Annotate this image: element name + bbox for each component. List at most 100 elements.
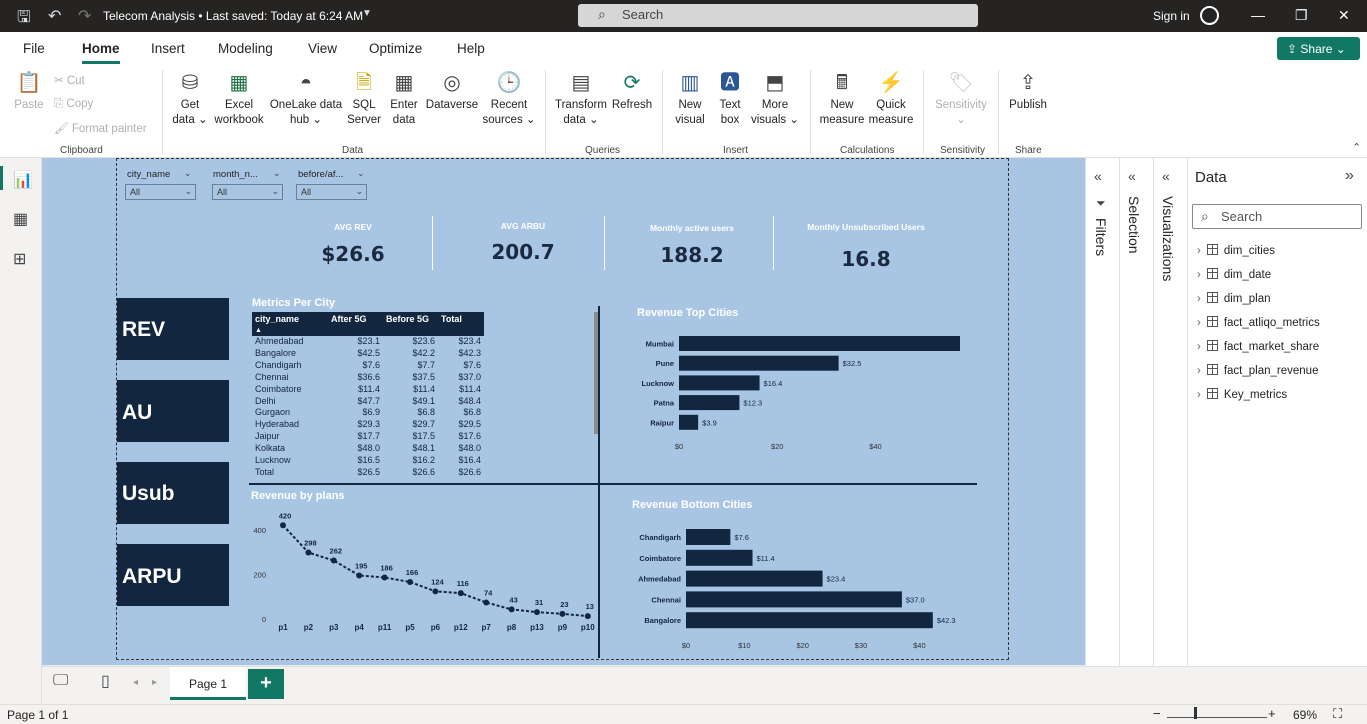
model-view-icon[interactable]: ⊞ — [13, 249, 26, 269]
sensitivity-button[interactable]: 🏷 Sensitivity ⌄ — [931, 70, 991, 128]
app-title[interactable]: Telecom Analysis • Last saved: Today at … — [103, 9, 363, 23]
expand-chevron-icon[interactable]: › — [1197, 293, 1201, 305]
data-point[interactable] — [534, 609, 540, 616]
zoom-out-icon[interactable]: − — [1153, 706, 1161, 721]
table-row[interactable]: Chennai $36.6 $37.5 $37.0 — [252, 372, 484, 384]
bar[interactable] — [686, 570, 823, 587]
paste-button[interactable]: 📋 Paste — [14, 70, 44, 113]
collapse-pane-icon[interactable]: » — [1345, 167, 1354, 185]
expand-chevron-icon[interactable]: « — [1094, 168, 1102, 184]
slicer-month[interactable]: All ⌄ — [212, 184, 283, 200]
table-row[interactable]: Hyderabad $29.3 $29.7 $29.5 — [252, 419, 484, 431]
expand-chevron-icon[interactable]: › — [1197, 365, 1201, 377]
bar[interactable] — [679, 375, 760, 391]
bar[interactable] — [686, 529, 731, 545]
share-button[interactable]: ⇪ Share ⌄ — [1277, 37, 1360, 60]
new-measure-button[interactable]: 🖩 New measure — [818, 70, 866, 128]
table-row[interactable]: Ahmedabad $23.1 $23.6 $23.4 — [252, 336, 484, 348]
recent-sources-button[interactable]: 🕒 Recent sources ⌄ — [481, 70, 537, 128]
bar[interactable] — [686, 591, 902, 608]
refresh-button[interactable]: ⟳ Refresh — [611, 70, 653, 113]
title-dropdown-icon[interactable]: ▼ — [362, 8, 372, 19]
column-header-before[interactable]: Before 5G — [383, 312, 438, 336]
column-header-city[interactable]: city_name ▲ — [252, 312, 328, 336]
slicer-city[interactable]: All ⌄ — [125, 184, 196, 200]
data-point[interactable] — [305, 549, 312, 556]
data-point[interactable] — [508, 606, 515, 613]
data-point[interactable] — [407, 578, 413, 585]
save-icon[interactable]: 🖫 — [17, 6, 31, 33]
table-row[interactable]: Jaipur $17.7 $17.5 $17.6 — [252, 431, 484, 443]
tab-help[interactable]: Help — [457, 41, 485, 56]
previous-page-icon[interactable]: ◂ — [133, 677, 138, 688]
field-table-item[interactable]: › fact_atliqo_metrics — [1197, 316, 1320, 329]
tab-insert[interactable]: Insert — [151, 41, 185, 56]
new-visual-button[interactable]: ▥ New visual — [672, 70, 708, 128]
field-table-item[interactable]: › fact_market_share — [1197, 340, 1319, 353]
table-row[interactable]: Delhi $47.7 $49.1 $48.4 — [252, 396, 484, 408]
data-point[interactable] — [559, 610, 566, 617]
tab-modeling[interactable]: Modeling — [218, 41, 273, 56]
field-table-item[interactable]: › dim_cities — [1197, 244, 1275, 257]
more-visuals-button[interactable]: ⬒ More visuals ⌄ — [750, 70, 800, 128]
chevron-down-icon[interactable]: ⌄ — [273, 168, 281, 179]
redo-icon[interactable]: ↷ — [78, 6, 91, 26]
excel-workbook-button[interactable]: ▦ Excel workbook — [211, 70, 267, 128]
bar[interactable] — [686, 612, 933, 629]
nav-button-rev[interactable]: REV — [117, 298, 229, 360]
data-point[interactable] — [280, 522, 286, 529]
expand-chevron-icon[interactable]: › — [1197, 389, 1201, 401]
table-row[interactable]: Lucknow $16.5 $16.2 $16.4 — [252, 455, 484, 467]
expand-chevron-icon[interactable]: › — [1197, 269, 1201, 281]
filters-pane[interactable]: « ⏷ Filters — [1085, 158, 1119, 666]
text-box-button[interactable]: 🅰 Text box — [713, 70, 747, 128]
field-table-item[interactable]: › Key_metrics — [1197, 388, 1287, 401]
page-tab-1[interactable]: Page 1 — [170, 667, 246, 700]
enter-data-button[interactable]: ▦ Enter data — [385, 70, 423, 128]
expand-chevron-icon[interactable]: « — [1162, 168, 1170, 184]
data-point[interactable] — [584, 613, 591, 620]
transform-data-button[interactable]: ▤ Transform data ⌄ — [553, 70, 609, 128]
expand-chevron-icon[interactable]: « — [1128, 168, 1136, 184]
table-total-row[interactable]: Total $26.5 $26.6 $26.6 — [252, 467, 484, 479]
table-row[interactable]: Gurgaon $6.9 $6.8 $6.8 — [252, 407, 484, 419]
zoom-in-icon[interactable]: + — [1268, 706, 1276, 721]
bar[interactable] — [686, 549, 753, 566]
chevron-down-icon[interactable]: ⌄ — [357, 168, 365, 179]
minimize-icon[interactable]: — — [1251, 7, 1265, 23]
desktop-layout-icon[interactable]: 🖵 — [53, 672, 68, 690]
field-table-item[interactable]: › dim_date — [1197, 268, 1271, 281]
data-point[interactable] — [483, 599, 490, 606]
field-table-item[interactable]: › fact_plan_revenue — [1197, 364, 1318, 377]
table-row[interactable]: Bangalore $42.5 $42.2 $42.3 — [252, 348, 484, 360]
bar[interactable] — [679, 414, 699, 430]
chevron-down-icon[interactable]: ⌄ — [184, 168, 192, 179]
column-header-total[interactable]: Total — [438, 312, 484, 336]
restore-icon[interactable]: ❐ — [1295, 7, 1308, 24]
undo-icon[interactable]: ↶ — [48, 6, 61, 26]
nav-button-usub[interactable]: Usub — [117, 462, 229, 524]
expand-chevron-icon[interactable]: › — [1197, 245, 1201, 257]
add-page-button[interactable]: + — [248, 669, 284, 699]
onelake-button[interactable]: ◓ OneLake data hub ⌄ — [268, 70, 344, 128]
table-view-icon[interactable]: ▦ — [13, 209, 28, 229]
data-point[interactable] — [457, 590, 464, 597]
data-point[interactable] — [432, 588, 439, 595]
data-point[interactable] — [381, 574, 388, 581]
nav-button-au[interactable]: AU — [117, 380, 229, 442]
nav-button-arpu[interactable]: ARPU — [117, 544, 229, 606]
sign-in-link[interactable]: Sign in — [1153, 9, 1190, 23]
quick-measure-button[interactable]: ⚡ Quick measure — [867, 70, 915, 128]
zoom-slider-thumb[interactable] — [1194, 707, 1197, 719]
copy-button[interactable]: ⎘ Copy — [54, 98, 93, 111]
cut-button[interactable]: ✂ Cut — [54, 73, 85, 87]
sql-server-button[interactable]: 🗎 SQL Server — [345, 70, 383, 128]
bar[interactable] — [679, 336, 960, 351]
get-data-button[interactable]: ⛁ Get data ⌄ — [170, 70, 210, 128]
tab-home[interactable]: Home — [82, 41, 120, 56]
table-row[interactable]: Coimbatore $11.4 $11.4 $11.4 — [252, 384, 484, 396]
selection-pane[interactable]: « Selection — [1119, 158, 1153, 666]
expand-chevron-icon[interactable]: › — [1197, 317, 1201, 329]
avatar[interactable] — [1200, 6, 1219, 25]
dataverse-button[interactable]: ◎ Dataverse — [424, 70, 480, 113]
